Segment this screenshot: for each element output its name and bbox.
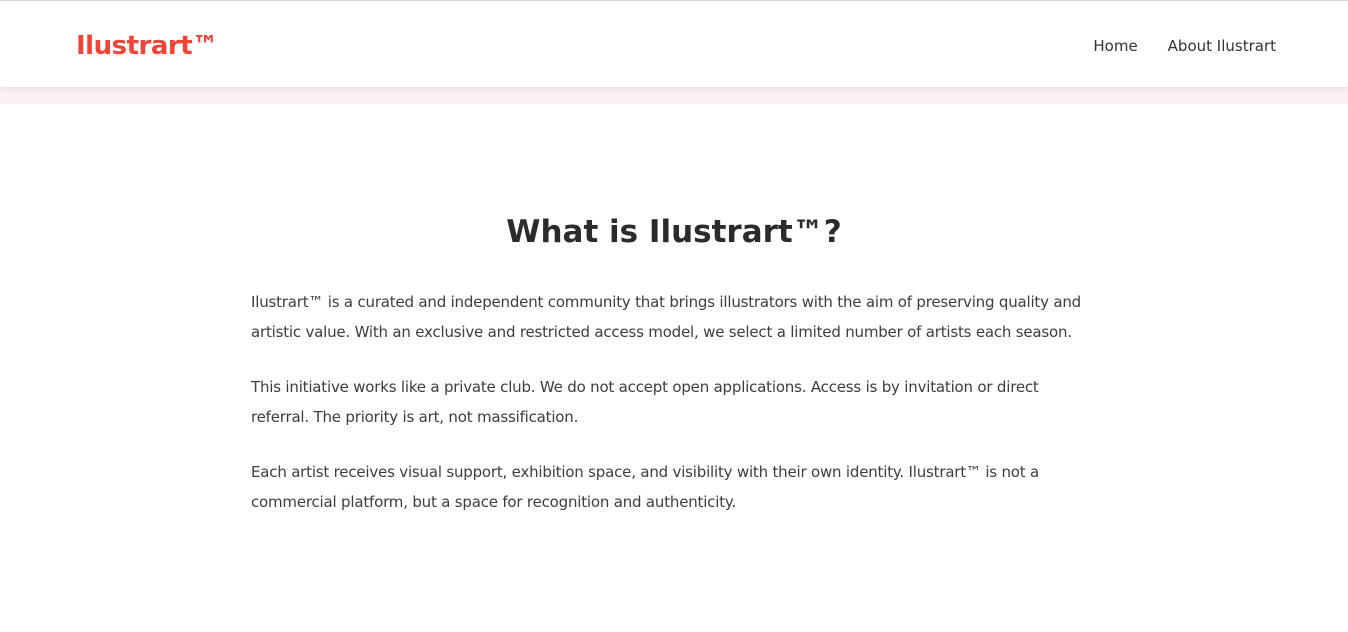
intro-paragraph: Ilustrart™ is a curated and independent … — [251, 293, 1081, 341]
artist-support-paragraph: Each artist receives visual support, exh… — [251, 463, 1039, 511]
page-title: What is Ilustrart™? — [506, 214, 842, 250]
private-club-paragraph: This initiative works like a private clu… — [251, 378, 1039, 426]
header-band — [0, 87, 1348, 104]
main-nav: Home About Ilustrart — [1093, 36, 1276, 56]
main-content: What is Ilustrart™? Ilustrart™ is a cura… — [251, 104, 1097, 517]
site-header: Ilustrart™ Home About Ilustrart — [0, 1, 1348, 87]
nav-about-link[interactable]: About Ilustrart — [1168, 36, 1276, 56]
site-logo[interactable]: Ilustrart™ — [76, 30, 218, 62]
nav-home-link[interactable]: Home — [1093, 36, 1137, 56]
